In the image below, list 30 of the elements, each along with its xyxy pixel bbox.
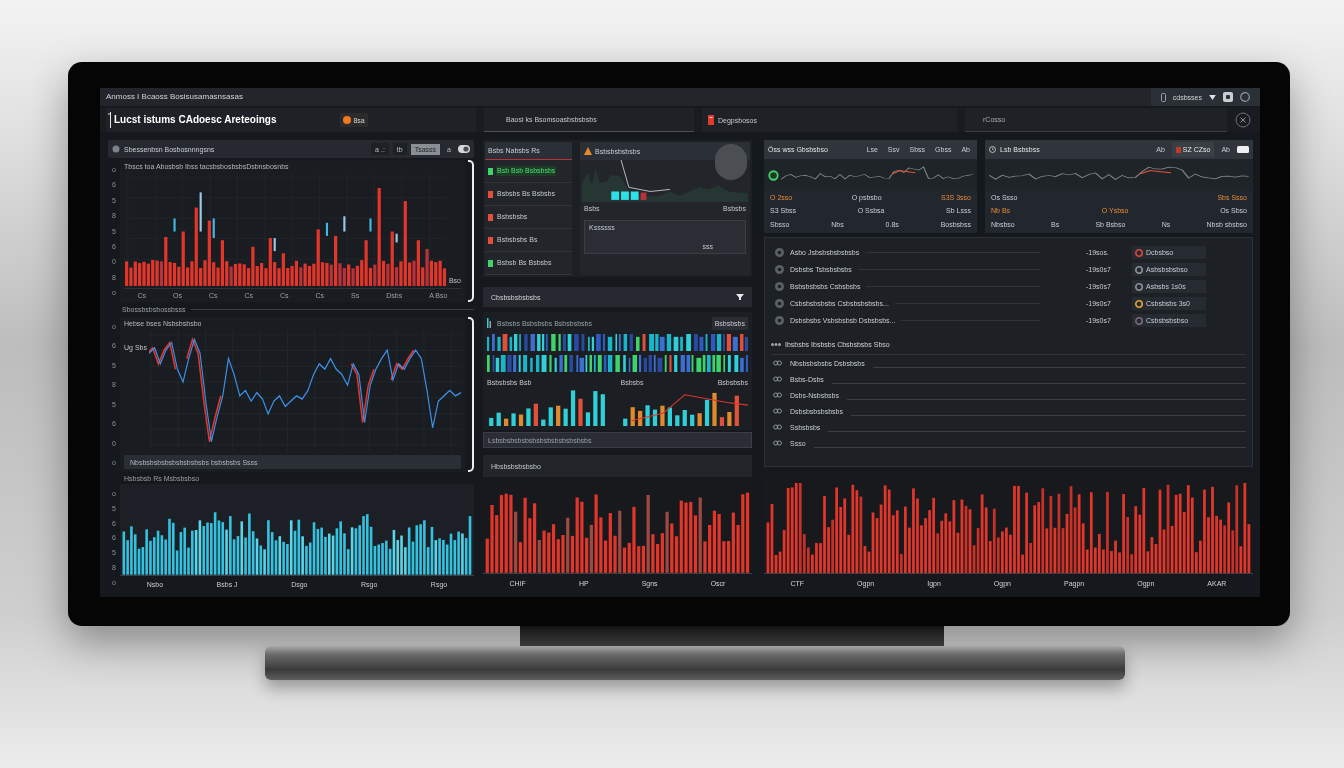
link-icon <box>773 360 782 366</box>
dots-icon <box>771 342 781 347</box>
circle-icon <box>112 145 120 153</box>
filter-icon[interactable] <box>736 294 744 300</box>
caret-icon[interactable] <box>1209 94 1216 100</box>
phone-icon <box>1160 92 1166 102</box>
bar-icon <box>487 318 491 328</box>
status-dot-icon <box>343 116 352 124</box>
circle-icon <box>775 282 784 291</box>
warning-icon <box>584 147 592 155</box>
close-icon[interactable] <box>1235 112 1251 128</box>
circle-icon[interactable] <box>1240 92 1250 102</box>
document-icon <box>708 115 714 125</box>
link-icon <box>773 424 782 430</box>
toggle-icon[interactable] <box>458 145 470 153</box>
link-icon <box>773 392 782 398</box>
link-icon <box>773 376 782 382</box>
square-icon <box>1175 146 1181 153</box>
circle-icon <box>775 265 784 274</box>
link-icon <box>773 440 782 446</box>
circle-icon <box>775 316 784 325</box>
circle-icon <box>775 248 784 257</box>
dashboard-subtitle: Anmoss I Bcaoss Bosisusamasnsasas <box>106 93 243 101</box>
toggle-icon[interactable] <box>1237 146 1249 153</box>
dashboard-title: Lucst istums CAdoesc Areteoings <box>114 115 277 125</box>
disc-graphic <box>715 144 747 180</box>
link-icon <box>773 408 782 414</box>
square-icon[interactable] <box>1223 92 1233 102</box>
circle-icon <box>775 299 784 308</box>
bracket-icon <box>108 112 111 128</box>
